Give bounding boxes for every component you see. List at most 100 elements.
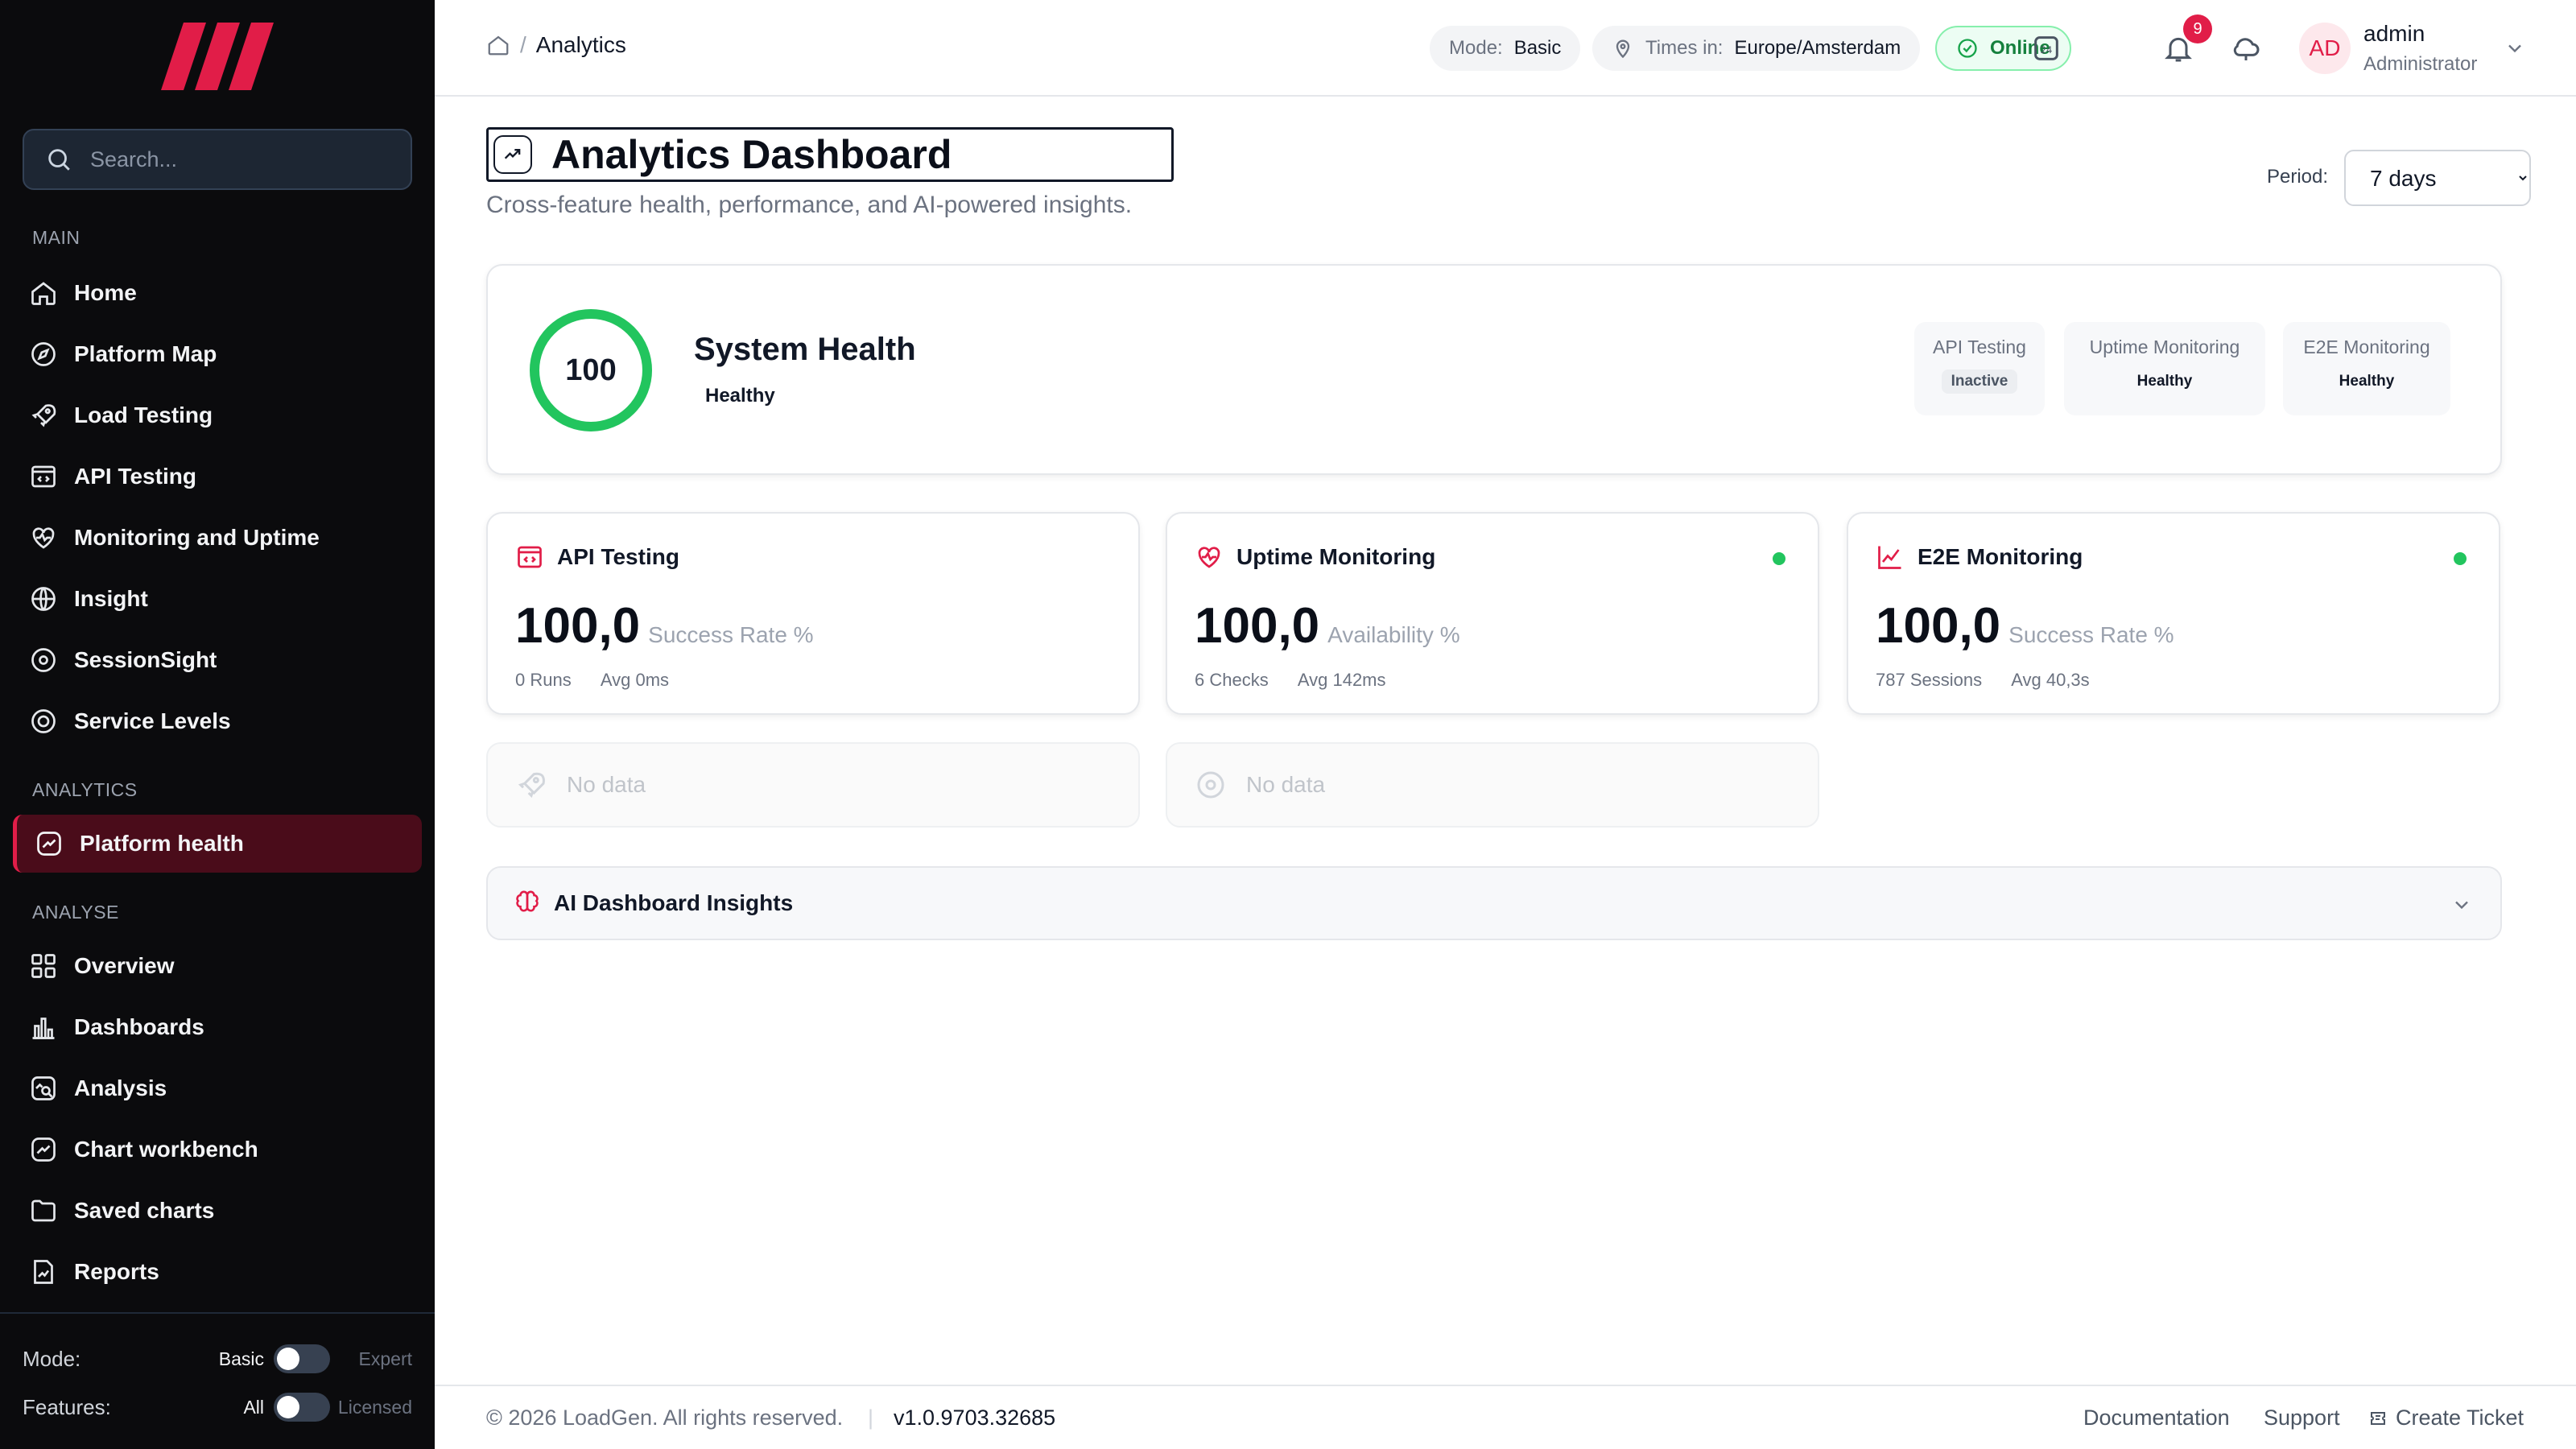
sidebar-item-monitoring-and-uptime[interactable]: Monitoring and Uptime [13, 509, 422, 567]
support-link[interactable]: Support [2264, 1406, 2340, 1430]
feature-health-api-testing: API Testing Inactive [1914, 322, 2045, 415]
mode-switch[interactable] [274, 1344, 330, 1373]
period-label: Period: [2267, 166, 2329, 188]
section-label-main: MAIN [32, 227, 80, 248]
chart-square-icon [31, 1137, 56, 1162]
feature-health-name: Uptime Monitoring [2089, 336, 2240, 357]
sidebar-item-dashboards[interactable]: Dashboards [13, 998, 422, 1056]
sidebar-item-label: Service Levels [74, 708, 231, 733]
eye-icon [1197, 771, 1224, 799]
page-subtitle: Cross-feature health, performance, and A… [486, 192, 1133, 218]
user-name[interactable]: admin [2363, 21, 2425, 47]
features-switch[interactable] [274, 1393, 330, 1422]
features-label: Features: [23, 1394, 111, 1419]
sidebar-item-label: Platform health [80, 831, 244, 856]
timezone-value: Europe/Amsterdam [1734, 37, 1901, 59]
sidebar-settings: Mode: Basic Expert Features: All License… [0, 1312, 435, 1449]
search-icon [48, 149, 70, 171]
timezone-label: Times in: [1645, 37, 1724, 59]
status-badge: Healthy [2339, 373, 2395, 390]
home-icon [31, 282, 56, 305]
user-role: Administrator [2363, 53, 2478, 75]
sidebar-item-platform-map[interactable]: Platform Map [13, 325, 422, 383]
trend-chart-icon [1878, 546, 1901, 569]
top-bar: / Analytics Mode: Basic Times in: Europe… [435, 0, 2576, 97]
metric-stat: 6 Checks [1195, 670, 1269, 690]
sidebar-item-platform-health[interactable]: Platform health [13, 815, 422, 873]
card-title: API Testing [557, 544, 679, 569]
health-score: 100 [565, 353, 617, 387]
brain-icon [516, 890, 539, 912]
sidebar-search[interactable] [23, 129, 412, 190]
features-toggle-row: Features: All Licensed [23, 1388, 412, 1426]
bar-chart-icon [32, 1018, 55, 1039]
metric-stat: 0 Runs [515, 670, 572, 690]
sidebar-item-sessionsight[interactable]: SessionSight [13, 631, 422, 689]
breadcrumb: / Analytics [486, 32, 626, 58]
section-label-analyse: ANALYSE [32, 902, 119, 923]
feature-health-e2e: E2E Monitoring Healthy [2283, 322, 2450, 415]
sidebar-item-label: Overview [74, 953, 175, 978]
sidebar-item-label: Load Testing [74, 402, 213, 427]
sidebar-item-api-testing[interactable]: API Testing [13, 448, 422, 506]
avatar[interactable]: AD [2299, 23, 2351, 74]
rocket-icon [31, 404, 56, 427]
sidebar-item-load-testing[interactable]: Load Testing [13, 386, 422, 444]
sidebar-item-reports[interactable]: Reports [13, 1243, 422, 1301]
eye-icon [31, 648, 56, 672]
timezone-pill[interactable]: Times in: Europe/Amsterdam [1592, 26, 1921, 71]
metric-unit: Success Rate % [2008, 622, 2174, 647]
sidebar-item-insight[interactable]: Insight [13, 570, 422, 628]
status-badge: Healthy [2136, 373, 2193, 390]
mode-pill[interactable]: Mode: Basic [1430, 26, 1581, 71]
sidebar-item-home[interactable]: Home [13, 264, 422, 322]
trend-chart-icon [493, 135, 532, 174]
copyright: © 2026 LoadGen. All rights reserved. [486, 1406, 844, 1430]
code-window-icon [31, 465, 56, 488]
metric-stat: Avg 40,3s [2011, 670, 2090, 690]
e2e-monitoring-card[interactable]: E2E Monitoring 100,0 Success Rate % 787 … [1847, 512, 2500, 715]
home-icon[interactable] [486, 33, 510, 57]
sidebar-item-label: Monitoring and Uptime [74, 525, 320, 550]
chevron-down-icon[interactable] [2450, 894, 2473, 916]
code-window-icon [518, 546, 542, 568]
heart-pulse-icon [32, 527, 55, 549]
notification-badge: 9 [2183, 14, 2212, 43]
footer-separator: | [868, 1406, 874, 1430]
ai-insights-panel[interactable]: AI Dashboard Insights [486, 866, 2502, 940]
sidebar-item-saved-charts[interactable]: Saved charts [13, 1182, 422, 1240]
search-input[interactable] [90, 147, 396, 172]
sidebar-item-overview[interactable]: Overview [13, 937, 422, 995]
cloud-icon[interactable] [2230, 32, 2262, 64]
calendar-24-icon[interactable]: 24 [2030, 32, 2062, 64]
mode-pill-value: Basic [1513, 37, 1562, 59]
api-testing-card[interactable]: API Testing 100,0 Success Rate % 0 Runs … [486, 512, 1140, 715]
uptime-monitoring-card[interactable]: Uptime Monitoring 100,0 Availability % 6… [1166, 512, 1819, 715]
sidebar-item-label: Saved charts [74, 1198, 215, 1223]
sidebar-item-label: Home [74, 280, 137, 305]
sidebar-item-label: Chart workbench [74, 1137, 258, 1162]
sidebar: MAIN Home Platform Map Load Testing API … [0, 0, 435, 1449]
sidebar-item-label: Analysis [74, 1075, 167, 1100]
metric-stat: Avg 0ms [600, 670, 670, 690]
sidebar-item-service-levels[interactable]: Service Levels [13, 692, 422, 750]
sidebar-item-analysis[interactable]: Analysis [13, 1059, 422, 1117]
mode-toggle-row: Mode: Basic Expert [23, 1340, 412, 1378]
sidebar-item-label: Reports [74, 1259, 159, 1284]
card-title: E2E Monitoring [1918, 544, 2083, 569]
chevron-down-icon[interactable] [2504, 37, 2526, 60]
heart-pulse-icon [1198, 547, 1220, 568]
settings-icon [31, 709, 56, 733]
status-dot [1773, 552, 1785, 565]
documentation-link[interactable]: Documentation [2083, 1406, 2230, 1430]
check-circle-icon [1958, 39, 1977, 58]
metric-value: 100,0 [1195, 598, 1320, 654]
create-ticket-link[interactable]: Create Ticket [2368, 1406, 2524, 1430]
mode-label: Mode: [23, 1346, 81, 1371]
sidebar-item-chart-workbench[interactable]: Chart workbench [13, 1121, 422, 1179]
version: v1.0.9703.32685 [894, 1406, 1056, 1430]
period-select[interactable]: 7 days [2344, 150, 2531, 206]
brand-logo[interactable] [161, 23, 274, 90]
sessionsight-no-data: No data [1166, 742, 1819, 828]
features-value: All [243, 1396, 264, 1418]
